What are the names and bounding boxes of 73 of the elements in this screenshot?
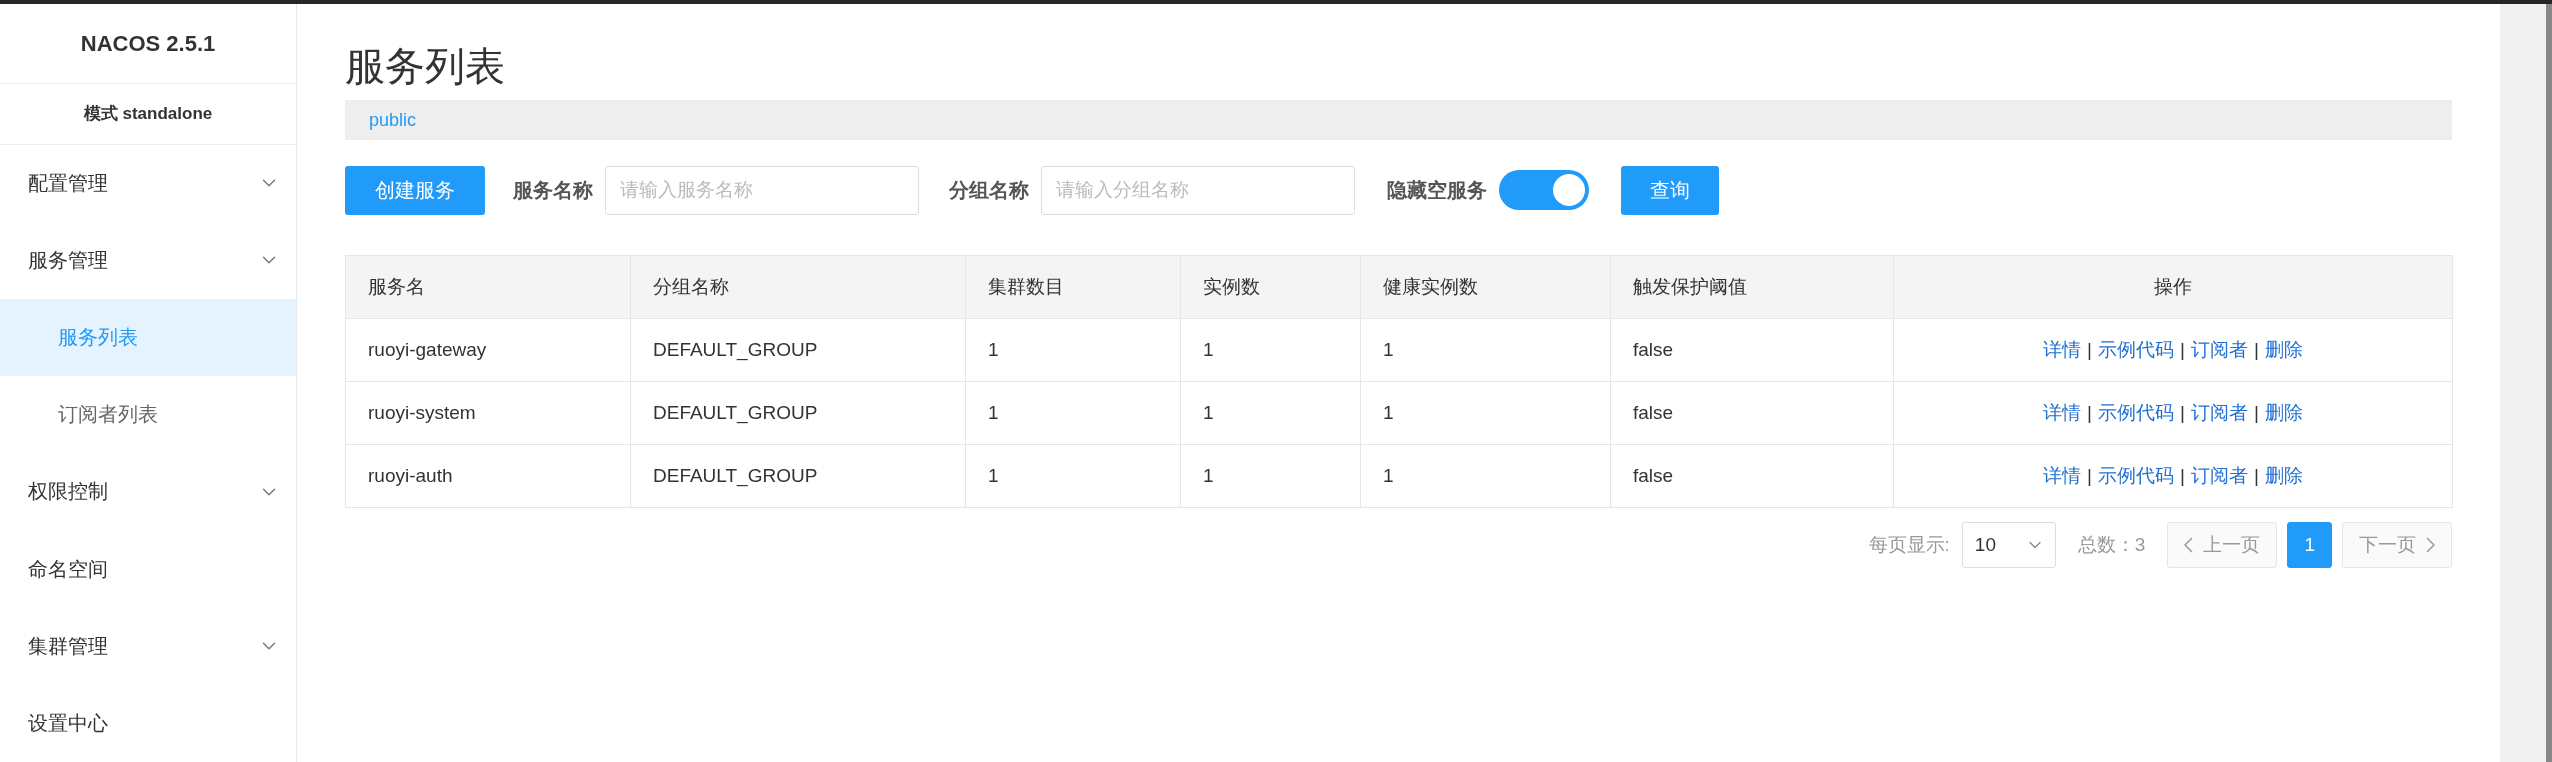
menu-item[interactable]: 服务列表	[0, 298, 296, 377]
separator: |	[2253, 465, 2259, 486]
menu-item[interactable]: 命名空间	[0, 530, 296, 608]
action-link[interactable]: 订阅者	[2190, 339, 2248, 360]
column-header: 集群数目	[965, 255, 1181, 319]
field-label: 服务名称	[513, 177, 593, 203]
action-link[interactable]: 示例代码	[2098, 465, 2175, 486]
table-cell: 1	[1180, 444, 1361, 508]
page-title: 服务列表	[345, 43, 506, 90]
action-link[interactable]: 删除	[2264, 465, 2303, 486]
menu-item[interactable]: 设置中心	[0, 684, 296, 762]
action-link[interactable]: 订阅者	[2190, 402, 2248, 423]
action-link[interactable]: 详情	[2043, 339, 2082, 360]
table-cell: 1	[1360, 381, 1611, 445]
table-cell: 1	[965, 381, 1181, 445]
table-cell: 1	[965, 318, 1181, 382]
menu-item[interactable]: 订阅者列表	[0, 376, 296, 454]
separator: |	[2087, 465, 2093, 486]
toggle-switch[interactable]	[1499, 170, 1589, 210]
action-link[interactable]: 订阅者	[2190, 465, 2248, 486]
separator: |	[2087, 339, 2093, 360]
column-header: 实例数	[1180, 255, 1361, 319]
table-cell: 1	[1180, 381, 1361, 445]
table-cell: DEFAULT_GROUP	[630, 318, 966, 382]
page-size-select[interactable]: 10	[1961, 522, 2056, 568]
table-cell: 1	[1180, 318, 1361, 382]
table-cell: DEFAULT_GROUP	[630, 381, 966, 445]
action-link[interactable]: 示例代码	[2098, 339, 2175, 360]
separator: |	[2180, 465, 2185, 486]
field-label: 隐藏空服务	[1387, 177, 1487, 203]
separator: |	[2253, 402, 2259, 423]
namespace-link[interactable]: public	[369, 109, 417, 131]
table-cell: 1	[1360, 318, 1611, 382]
page-size-label: 每页显示:	[1868, 533, 1950, 557]
column-header: 触发保护阈值	[1610, 255, 1894, 319]
menu-item[interactable]: 配置管理	[0, 144, 296, 222]
column-header: 分组名称	[630, 255, 966, 319]
separator: |	[2253, 339, 2259, 360]
menu-item[interactable]: 服务管理	[0, 221, 296, 299]
separator: |	[2180, 339, 2185, 360]
app-title: NACOS 2.5.1	[0, 4, 296, 85]
menu-item[interactable]: 权限控制	[0, 453, 296, 531]
scrollbar[interactable]	[2500, 4, 2552, 762]
chevron-right-icon	[2426, 537, 2435, 553]
separator: |	[2087, 402, 2093, 423]
action-link[interactable]: 删除	[2264, 402, 2303, 423]
action-link[interactable]: 删除	[2264, 339, 2303, 360]
table-cell: ruoyi-system	[345, 381, 631, 445]
menu-item[interactable]: 集群管理	[0, 607, 296, 685]
action-link[interactable]: 详情	[2043, 465, 2082, 486]
table-cell: ruoyi-gateway	[345, 318, 631, 382]
mode-label: 模式 standalone	[0, 84, 296, 145]
column-header: 健康实例数	[1360, 255, 1611, 319]
separator: |	[2180, 402, 2185, 423]
create-service-button[interactable]: 创建服务	[345, 165, 485, 215]
query-button[interactable]: 查询	[1621, 165, 1719, 215]
column-header: 服务名	[345, 255, 631, 319]
action-link[interactable]: 示例代码	[2098, 402, 2175, 423]
table-cell: false	[1610, 318, 1894, 382]
field-label: 分组名称	[949, 177, 1029, 203]
table-cell: 1	[965, 444, 1181, 508]
chevron-left-icon	[2184, 537, 2194, 553]
table-cell: ruoyi-auth	[345, 444, 631, 508]
total-count: 总数：3	[2077, 533, 2146, 557]
input-field[interactable]: 请输入服务名称	[605, 165, 919, 215]
page-button[interactable]: 1	[2287, 522, 2332, 568]
action-link[interactable]: 详情	[2043, 402, 2082, 423]
input-field[interactable]: 请输入分组名称	[1041, 165, 1355, 215]
table-cell: false	[1610, 444, 1894, 508]
table-cell: DEFAULT_GROUP	[630, 444, 966, 508]
table-cell: false	[1610, 381, 1894, 445]
table-cell: 1	[1360, 444, 1611, 508]
column-header: 操作	[1893, 255, 2453, 319]
